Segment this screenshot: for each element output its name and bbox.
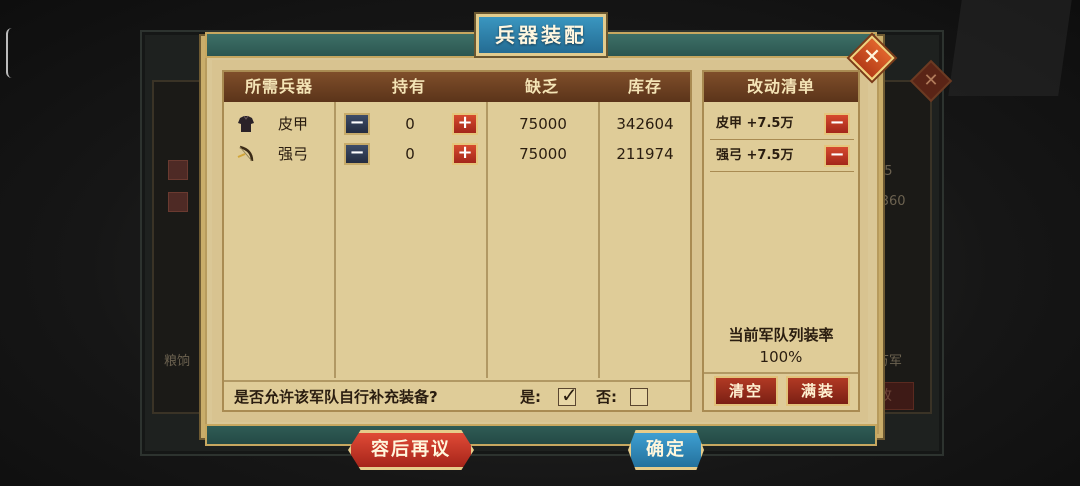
dialog-title: 兵器装配 (476, 14, 606, 56)
header-lacking: 缺乏 (524, 77, 559, 96)
change-item-text: 强弓 +7.5万 (716, 148, 794, 163)
table-row: 皮甲 − 0 + 75000 342604 (224, 110, 690, 138)
equip-rate-value: 100% (759, 348, 803, 366)
held-count: 0 (405, 115, 415, 133)
stock-count: 211974 (616, 145, 674, 163)
change-item: 强弓 +7.5万 − (712, 142, 852, 170)
later-button[interactable]: 容后再议 (348, 430, 474, 470)
confirm-button[interactable]: 确定 (628, 430, 704, 470)
held-count: 0 (405, 145, 415, 163)
header-held: 持有 (391, 77, 426, 96)
change-list-title: 改动清单 (746, 77, 815, 96)
yes-label: 是: (520, 388, 541, 406)
lacking-count: 75000 (519, 115, 567, 133)
weapons-table: 所需兵器 持有 缺乏 库存 皮甲 − 0 + 75000 342604 强弓 −… (222, 70, 692, 412)
background-icon (168, 192, 188, 212)
remove-change-button[interactable]: − (824, 113, 850, 135)
remove-change-button[interactable]: − (824, 145, 850, 167)
header-required-weapons: 所需兵器 (244, 77, 313, 96)
equip-rate-label: 当前军队列装率 (728, 326, 834, 344)
divider (710, 171, 854, 172)
footer-divider (224, 380, 690, 382)
weapon-name: 强弓 (278, 145, 309, 163)
checkmark-icon: ✓ (561, 383, 578, 407)
change-item-text: 皮甲 +7.5万 (716, 116, 794, 131)
decrease-button[interactable]: − (344, 113, 370, 135)
back-edge-decoration (6, 28, 16, 78)
yes-checkbox[interactable]: ✓ (558, 383, 578, 407)
decrease-button[interactable]: − (344, 143, 370, 165)
no-checkbox[interactable] (630, 388, 648, 406)
weapon-name: 皮甲 (278, 115, 309, 133)
increase-button[interactable]: + (452, 143, 478, 165)
table-row: 强弓 − 0 + 75000 211974 (224, 140, 690, 168)
close-icon: ✕ (862, 45, 882, 70)
no-label: 否: (596, 388, 617, 406)
armor-icon (238, 115, 254, 132)
stock-count: 342604 (616, 115, 674, 133)
full-equip-button[interactable]: 满装 (786, 376, 850, 406)
background-icon (168, 160, 188, 180)
change-item: 皮甲 +7.5万 − (712, 110, 852, 138)
background-text: -360 (876, 194, 906, 209)
header-stock: 库存 (627, 77, 662, 96)
bow-icon (237, 145, 254, 162)
resupply-question: 是否允许该军队自行补充装备? (234, 388, 438, 406)
clear-button[interactable]: 清空 (714, 376, 778, 406)
change-list-panel: 改动清单 皮甲 +7.5万 − 强弓 +7.5万 − 当前军队列装率 100% … (702, 70, 860, 412)
divider (704, 372, 858, 374)
divider (710, 139, 854, 140)
lacking-count: 75000 (519, 145, 567, 163)
background-text: 万军 (876, 354, 903, 369)
table-header: 所需兵器 持有 缺乏 库存 (224, 72, 690, 102)
change-list-header: 改动清单 (704, 72, 858, 102)
dialog-frame-bottom (205, 424, 877, 446)
background-text: 粮饷 (164, 354, 191, 369)
background-card (948, 0, 1072, 96)
increase-button[interactable]: + (452, 113, 478, 135)
